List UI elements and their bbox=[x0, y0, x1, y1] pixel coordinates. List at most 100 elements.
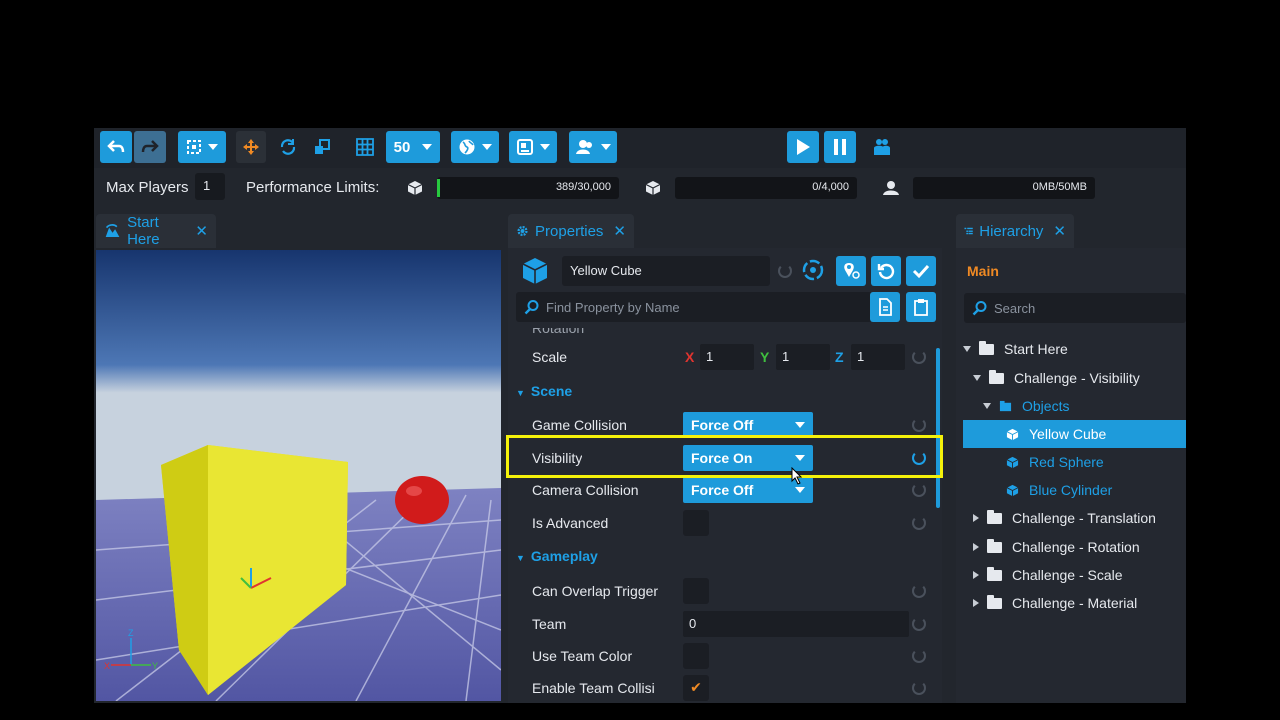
can-overlap-trigger-checkbox[interactable] bbox=[683, 578, 709, 604]
svg-text:Y: Y bbox=[152, 661, 158, 671]
preview-icon bbox=[517, 139, 533, 155]
copy-icon bbox=[879, 298, 892, 316]
hierarchy-item-label: Challenge - Translation bbox=[1012, 510, 1156, 526]
revert-button[interactable] bbox=[871, 256, 901, 286]
use-team-color-checkbox[interactable] bbox=[683, 643, 709, 669]
scene-viewport[interactable]: Z Y X bbox=[96, 250, 501, 701]
play-button[interactable] bbox=[787, 131, 819, 163]
hierarchy-item-yellow-cube[interactable]: Yellow Cube bbox=[1006, 420, 1106, 448]
team-input[interactable]: 0 bbox=[683, 611, 909, 637]
can-overlap-trigger-row: Can Overlap Trigger bbox=[508, 575, 934, 607]
location-button[interactable] bbox=[836, 256, 866, 286]
camera-collision-label: Camera Collision bbox=[532, 482, 639, 498]
rotate-icon bbox=[280, 139, 296, 155]
hierarchy-item-red-sphere[interactable]: Red Sphere bbox=[1006, 448, 1104, 476]
undo-button[interactable] bbox=[100, 131, 132, 163]
close-icon[interactable]: ✕ bbox=[613, 222, 626, 240]
hierarchy-item-challenge-material[interactable]: Challenge - Material bbox=[973, 589, 1137, 617]
selection-mode-dropdown[interactable] bbox=[178, 131, 226, 163]
enable-team-collision-checkbox[interactable]: ✔ bbox=[683, 675, 709, 701]
hierarchy-item-challenge-scale[interactable]: Challenge - Scale bbox=[973, 561, 1123, 589]
max-players-input[interactable]: 1 bbox=[195, 173, 225, 200]
reset-scale-icon[interactable] bbox=[912, 350, 926, 364]
revert-icon bbox=[877, 263, 895, 280]
camera-collision-value: Force Off bbox=[691, 482, 754, 498]
grid-size-dropdown[interactable]: 50 bbox=[386, 131, 440, 163]
view-mode-dropdown[interactable] bbox=[509, 131, 557, 163]
visibility-highlight-box bbox=[506, 435, 943, 478]
hierarchy-item-label: Red Sphere bbox=[1029, 454, 1104, 470]
reset-can-overlap-icon[interactable] bbox=[912, 584, 926, 598]
undo-icon bbox=[107, 140, 125, 153]
hierarchy-item-start-here[interactable]: Start Here bbox=[963, 335, 1068, 363]
reset-team-icon[interactable] bbox=[912, 617, 926, 631]
reset-game-collision-icon[interactable] bbox=[912, 418, 926, 432]
properties-scrollbar[interactable] bbox=[936, 348, 940, 508]
redo-button[interactable] bbox=[134, 131, 166, 163]
folder-icon bbox=[987, 509, 1002, 524]
close-icon[interactable]: ✕ bbox=[1053, 222, 1066, 240]
folder-icon bbox=[989, 369, 1004, 384]
gameplay-section-header[interactable]: ▼ Gameplay bbox=[516, 548, 598, 564]
multiplayer-icon bbox=[874, 139, 890, 155]
stats-bar: Max Players 1 Performance Limits: 389/30… bbox=[94, 170, 1186, 204]
hierarchy-item-challenge-visibility[interactable]: Challenge - Visibility bbox=[973, 364, 1140, 392]
group-icon bbox=[999, 400, 1012, 411]
pause-button[interactable] bbox=[824, 131, 856, 163]
hierarchy-root-label: Main bbox=[967, 263, 999, 279]
rotate-tool-button[interactable] bbox=[277, 136, 299, 158]
network-icon[interactable] bbox=[801, 258, 825, 282]
hierarchy-item-label: Start Here bbox=[1004, 341, 1068, 357]
folder-icon bbox=[987, 566, 1002, 581]
objects-limit-text: 389/30,000 bbox=[555, 181, 611, 193]
clipboard-icon bbox=[914, 299, 928, 316]
scene-render: Z Y X bbox=[96, 250, 501, 701]
world-space-dropdown[interactable] bbox=[451, 131, 499, 163]
reset-enable-team-collision-icon[interactable] bbox=[912, 681, 926, 695]
use-team-color-label: Use Team Color bbox=[532, 648, 633, 664]
hierarchy-item-objects[interactable]: Objects bbox=[983, 392, 1069, 420]
paste-button[interactable] bbox=[906, 292, 936, 322]
tab-start-here-label: Start Here bbox=[127, 214, 160, 248]
hierarchy-panel: Main Search Start Here Challenge - Visib… bbox=[956, 248, 1186, 703]
close-icon[interactable]: ✕ bbox=[195, 222, 208, 240]
reset-use-team-color-icon[interactable] bbox=[912, 649, 926, 663]
hierarchy-item-challenge-translation[interactable]: Challenge - Translation bbox=[973, 504, 1156, 532]
hierarchy-item-label: Challenge - Rotation bbox=[1012, 539, 1140, 555]
scale-x-label: X bbox=[685, 349, 695, 365]
is-advanced-checkbox[interactable] bbox=[683, 510, 709, 536]
move-tool-button[interactable] bbox=[236, 131, 266, 163]
scale-z-input[interactable]: 1 bbox=[851, 344, 905, 370]
tab-hierarchy[interactable]: Hierarchy ✕ bbox=[956, 214, 1074, 248]
is-advanced-row: Is Advanced bbox=[508, 507, 934, 539]
find-property-input[interactable]: Find Property by Name bbox=[516, 292, 872, 322]
scene-section-header[interactable]: ▼ Scene bbox=[516, 383, 572, 399]
main-toolbar: 50 bbox=[94, 128, 1186, 168]
search-icon bbox=[972, 301, 987, 316]
hierarchy-item-blue-cylinder[interactable]: Blue Cylinder bbox=[1006, 476, 1112, 504]
scale-tool-button[interactable] bbox=[311, 136, 333, 158]
cube-icon bbox=[1006, 428, 1019, 440]
scale-x-input[interactable]: 1 bbox=[700, 344, 754, 370]
hierarchy-item-challenge-rotation[interactable]: Challenge - Rotation bbox=[973, 533, 1140, 561]
svg-text:Z: Z bbox=[128, 628, 134, 638]
reset-camera-collision-icon[interactable] bbox=[912, 483, 926, 497]
object-name-input[interactable]: Yellow Cube bbox=[562, 256, 770, 286]
copy-button[interactable] bbox=[870, 292, 900, 322]
player-settings-dropdown[interactable] bbox=[569, 131, 617, 163]
enable-team-collision-label: Enable Team Collisi bbox=[532, 680, 655, 696]
apply-button[interactable] bbox=[906, 256, 936, 286]
multiplayer-preview-button[interactable] bbox=[871, 136, 893, 158]
collapse-icon: ▼ bbox=[516, 553, 525, 563]
hierarchy-item-label: Objects bbox=[1022, 398, 1070, 414]
reset-is-advanced-icon[interactable] bbox=[912, 516, 926, 530]
hierarchy-search-input[interactable]: Search bbox=[964, 293, 1186, 323]
tab-start-here[interactable]: Start Here ✕ bbox=[96, 214, 216, 248]
scale-y-input[interactable]: 1 bbox=[776, 344, 830, 370]
tab-properties[interactable]: Properties ✕ bbox=[508, 214, 634, 248]
objects-cube-icon bbox=[407, 181, 423, 195]
scale-row: Scale X 1 Y 1 Z 1 bbox=[508, 341, 934, 373]
grid-icon bbox=[356, 138, 374, 156]
grid-toggle-button[interactable] bbox=[354, 136, 376, 158]
reset-name-icon[interactable] bbox=[778, 264, 792, 278]
